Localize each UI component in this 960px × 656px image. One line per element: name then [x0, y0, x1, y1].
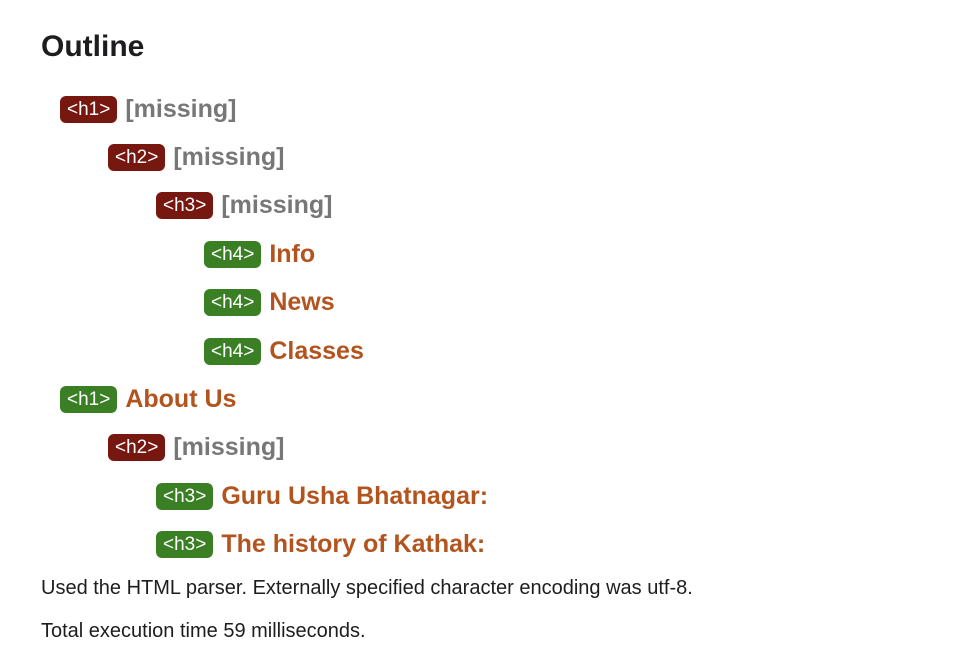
outline-item: <h3> [missing]	[156, 191, 332, 221]
heading-tag-badge: <h4>	[204, 337, 262, 365]
heading-tag-badge: <h2>	[108, 143, 166, 171]
outline-item: <h3> Guru Usha Bhatnagar:	[156, 481, 488, 511]
heading-tag-badge: <h3>	[156, 482, 214, 510]
heading-tag-badge: <h3>	[156, 531, 214, 559]
outline-item: <h4> Classes	[204, 336, 364, 366]
execution-time: Total execution time 59 milliseconds.	[41, 620, 366, 642]
heading-tag-badge: <h4>	[204, 240, 262, 268]
outline-item: <h2> [missing]	[108, 142, 284, 172]
heading-tag-badge: <h2>	[108, 434, 166, 462]
heading-tag-badge: <h1>	[60, 385, 118, 413]
heading-text: [missing]	[173, 433, 285, 462]
outline-item: <h1> [missing]	[60, 94, 236, 124]
heading-text: About Us	[125, 384, 237, 413]
page-title: Outline	[41, 30, 145, 63]
heading-text: [missing]	[125, 94, 237, 123]
outline-item: <h4> Info	[204, 239, 315, 269]
heading-text: Info	[269, 239, 316, 268]
outline-item: <h4> News	[204, 288, 335, 318]
heading-text: The history of Kathak:	[221, 530, 486, 559]
heading-tag-badge: <h4>	[204, 289, 262, 317]
heading-tag-badge: <h1>	[60, 95, 118, 123]
heading-text: Classes	[269, 336, 364, 365]
outline-item: <h1> About Us	[60, 384, 236, 414]
heading-text: News	[269, 288, 335, 317]
outline-item: <h3> The history of Kathak:	[156, 530, 485, 560]
heading-text: [missing]	[221, 191, 333, 220]
parser-note: Used the HTML parser. Externally specifi…	[41, 577, 693, 599]
heading-text: [missing]	[173, 142, 285, 171]
heading-tag-badge: <h3>	[156, 192, 214, 220]
outline-item: <h2> [missing]	[108, 433, 284, 463]
heading-text: Guru Usha Bhatnagar:	[221, 481, 489, 510]
